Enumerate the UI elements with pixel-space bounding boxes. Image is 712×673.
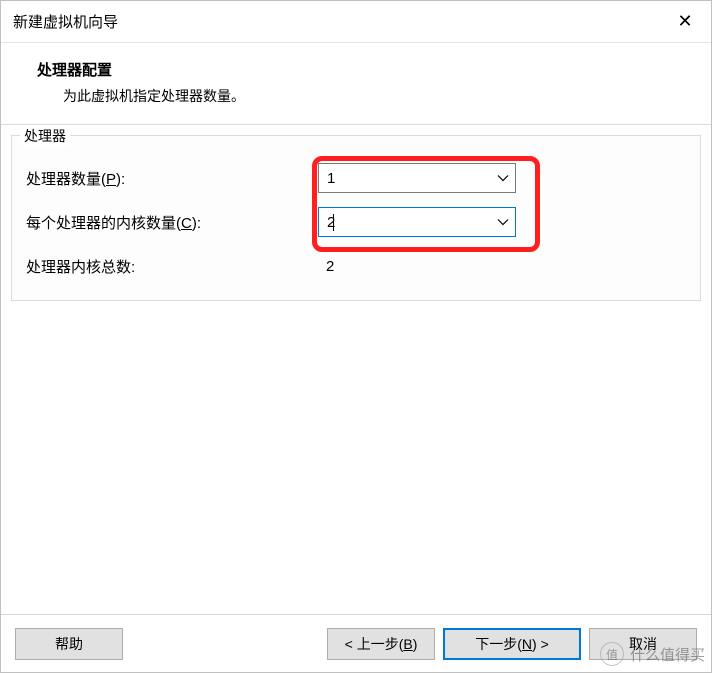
wizard-window: 新建虚拟机向导 ✕ 处理器配置 为此虚拟机指定处理器数量。 处理器 处理器数量(… [0,0,712,673]
row-cores: 每个处理器的内核数量(C): 2 [24,206,688,238]
total-value: 2 [318,258,334,275]
back-button[interactable]: < 上一步(B) [327,628,435,660]
group-title: 处理器 [20,126,70,146]
chevron-down-icon [497,172,509,184]
processors-group: 处理器 处理器数量(P): 1 每个处理器的内核数量(C): [11,135,701,301]
chevron-down-icon [497,216,509,228]
cores-value: 2 [327,214,497,231]
cores-combo[interactable]: 2 [318,207,516,237]
total-label: 处理器内核总数: [24,256,318,277]
content-area: 处理器 处理器数量(P): 1 每个处理器的内核数量(C): [1,125,711,614]
footer: 帮助 < 上一步(B) 下一步(N) > 取消 [1,614,711,672]
page-title: 处理器配置 [37,59,683,80]
cores-label: 每个处理器的内核数量(C): [24,212,318,233]
processors-combo[interactable]: 1 [318,163,516,193]
next-button[interactable]: 下一步(N) > [443,628,581,660]
page-subtitle: 为此虚拟机指定处理器数量。 [63,86,683,106]
row-processors: 处理器数量(P): 1 [24,162,688,194]
processors-label: 处理器数量(P): [24,168,318,189]
window-title: 新建虚拟机向导 [13,11,118,32]
row-total: 处理器内核总数: 2 [24,250,688,282]
processors-value: 1 [327,170,497,187]
close-button[interactable]: ✕ [659,1,711,42]
cancel-button[interactable]: 取消 [589,628,697,660]
close-icon: ✕ [677,11,692,32]
wizard-header: 处理器配置 为此虚拟机指定处理器数量。 [1,43,711,125]
titlebar: 新建虚拟机向导 ✕ [1,1,711,43]
help-button[interactable]: 帮助 [15,628,123,660]
